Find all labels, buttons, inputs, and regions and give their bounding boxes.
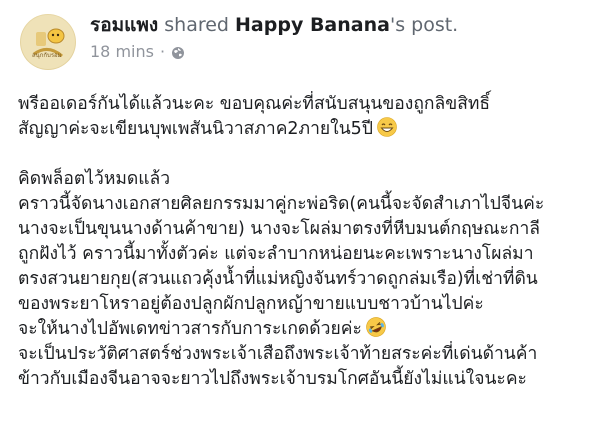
- post-timestamp[interactable]: 18 mins: [90, 42, 154, 61]
- avatar-text: สนุกกับรอม: [32, 52, 62, 59]
- rolling-laughing-emoji: [366, 317, 386, 337]
- post-text-line: คิดพล็อตไว้หมดแล้ว: [18, 169, 171, 189]
- post-text-line: คราวนี้จัดนางเอกสายศิลยกรรมมาคู่กะพ่อริด…: [18, 194, 545, 214]
- post-text-line: พรีออเดอร์กันได้แล้วนะคะ ขอบคุณค่ะที่สนั…: [18, 94, 491, 114]
- post-text-line: ข้าวกับเมืองจีนอาจจะยาวไปถึงพระเจ้าบรมโก…: [18, 369, 527, 389]
- possessive-text: 's post.: [389, 14, 459, 36]
- post-header-line: รอมแพง shared Happy Banana's post.: [90, 12, 590, 38]
- action-text: shared: [164, 14, 229, 36]
- post-text-line: สัญญาค่ะจะเขียนบุพเพสันนิวาสภาค2ภายใน5ปี: [18, 117, 588, 142]
- shared-page-link[interactable]: Happy Banana: [235, 14, 390, 36]
- post-text-line: ตรงสวนยายกุย(สวนแถวคุ้งน้ำที่แม่หญิงจันท…: [18, 269, 538, 289]
- post-meta: 18 mins ·: [90, 42, 590, 61]
- meta-separator: ·: [159, 42, 166, 61]
- post-header: รอมแพง shared Happy Banana's post. 18 mi…: [90, 12, 590, 61]
- grinning-face-emoji: [377, 117, 397, 137]
- post-text-line: ของพระยาโหราอยู่ต้องปลูกผักปลูกหญ้าขายแบ…: [18, 294, 484, 314]
- globe-icon[interactable]: [171, 45, 185, 59]
- author-name-link[interactable]: รอมแพง: [90, 14, 158, 36]
- post-body: พรีออเดอร์กันได้แล้วนะคะ ขอบคุณค่ะที่สนั…: [18, 92, 588, 392]
- post-text-line: นางจะเป็นขุนนางด้านค้าขาย) นางจะโผล่มาตร…: [18, 219, 541, 239]
- post-text-line: จะให้นางไปอัพเดทข่าวสารกับการะเกดด้วยค่ะ: [18, 317, 588, 342]
- post-text-line: ถูกฝังไว้ คราวนี้มาทั้งตัวค่ะ แต่จะลำบาก…: [18, 244, 534, 264]
- author-avatar[interactable]: สนุกกับรอม: [20, 14, 76, 70]
- post-text-line: จะเป็นประวัติศาสตร์ช่วงพระเจ้าเสือถึงพระ…: [18, 344, 538, 364]
